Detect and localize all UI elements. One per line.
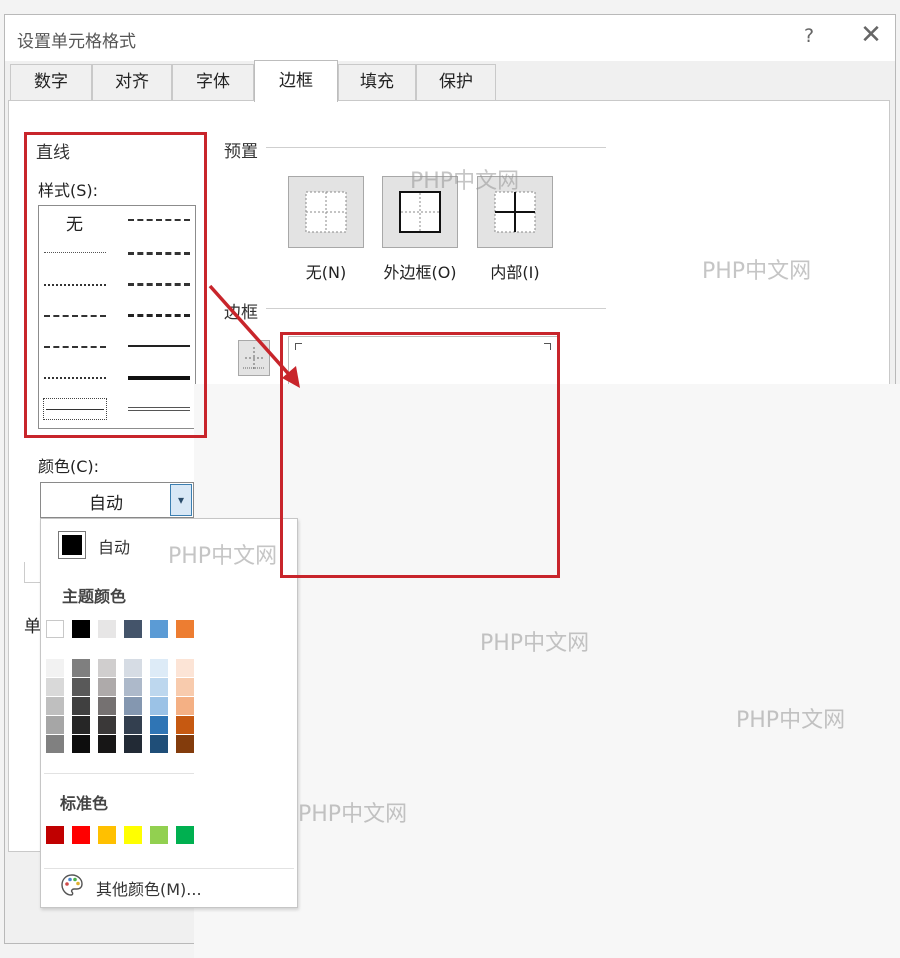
tab-label: 边框 [279,71,313,91]
theme-shade-swatch[interactable] [176,716,194,734]
theme-shade-swatch[interactable] [46,697,64,715]
theme-shade-swatch[interactable] [98,678,116,696]
theme-shade-swatch[interactable] [150,659,168,677]
preset-none-button[interactable] [288,176,364,248]
theme-shade-swatch[interactable] [98,659,116,677]
group-frame-edge [24,562,41,583]
annotation-box-preview [280,332,560,578]
theme-shade-swatch[interactable] [46,678,64,696]
preset-none-label: 无(N) [305,263,347,282]
theme-color-swatch[interactable] [150,620,168,638]
tab-border[interactable]: 边框 [254,60,338,102]
theme-color-swatch[interactable] [72,620,90,638]
tab-label: 保护 [439,72,473,92]
partial-label: 单 [24,617,41,637]
theme-shade-swatch[interactable] [150,735,168,753]
standard-colors-title: 标准色 [60,794,109,813]
standard-color-swatch[interactable] [124,826,142,844]
theme-color-swatch[interactable] [176,620,194,638]
tab-label: 填充 [360,72,394,92]
watermark-text: PHP中文网 [736,708,846,733]
preset-none-icon [305,191,347,233]
theme-shade-swatch[interactable] [124,678,142,696]
presets-section-title: 预置 [224,142,258,162]
help-button[interactable]: ? [799,25,819,47]
auto-color-label[interactable]: 自动 [98,534,130,558]
theme-shade-swatch[interactable] [98,716,116,734]
theme-shade-swatch[interactable] [124,697,142,715]
standard-color-swatch[interactable] [72,826,90,844]
tab-label: 字体 [196,72,230,92]
theme-shade-swatch[interactable] [176,678,194,696]
theme-shade-swatch[interactable] [176,659,194,677]
theme-shade-swatch[interactable] [150,678,168,696]
tab-alignment[interactable]: 对齐 [92,64,172,100]
tab-number[interactable]: 数字 [10,64,92,100]
theme-color-swatch[interactable] [124,620,142,638]
theme-shade-swatch[interactable] [98,697,116,715]
watermark-text: PHP中文网 [480,631,590,656]
border-divider [266,308,606,309]
preset-inside-icon [494,191,536,233]
standard-color-swatch[interactable] [98,826,116,844]
standard-color-swatch[interactable] [46,826,64,844]
chevron-down-icon[interactable]: ▾ [170,484,192,516]
theme-shade-swatch[interactable] [72,697,90,715]
color-selected-value: 自动 [89,494,123,514]
tab-font[interactable]: 字体 [172,64,254,100]
theme-shade-swatch[interactable] [72,735,90,753]
theme-shade-swatch[interactable] [72,716,90,734]
watermark-text: PHP中文网 [298,802,408,827]
preset-inside-label: 内部(I) [490,263,540,282]
title-bar: 设置单元格格式 ? ✕ [5,15,895,61]
more-colors-option[interactable]: 其他颜色(M)... [96,876,202,900]
dropdown-divider [44,773,194,774]
theme-color-swatch[interactable] [98,620,116,638]
preset-outline-label: 外边框(O) [383,263,457,282]
tab-label: 对齐 [115,72,149,92]
tab-protection[interactable]: 保护 [416,64,496,100]
dropdown-divider [44,868,294,869]
color-label: 颜色(C): [38,457,100,476]
tab-label: 数字 [34,72,68,92]
standard-color-swatch[interactable] [150,826,168,844]
watermark-text: PHP中文网 [702,259,812,284]
theme-shade-swatch[interactable] [72,678,90,696]
theme-shade-swatch[interactable] [124,735,142,753]
annotation-box-line-style [24,132,207,438]
preset-outline-icon [399,191,441,233]
theme-shade-swatch[interactable] [72,659,90,677]
palette-icon [61,874,83,896]
theme-shade-swatch[interactable] [46,716,64,734]
theme-shade-swatch[interactable] [124,716,142,734]
theme-shade-swatch[interactable] [46,735,64,753]
theme-colors-title: 主题颜色 [62,587,127,606]
theme-color-swatch[interactable] [46,620,64,638]
presets-divider [266,147,606,148]
theme-shade-swatch[interactable] [46,659,64,677]
tab-fill[interactable]: 填充 [338,64,416,100]
theme-shade-swatch[interactable] [150,697,168,715]
standard-color-swatch[interactable] [176,826,194,844]
theme-shade-swatch[interactable] [176,735,194,753]
watermark-text: PHP中文网 [410,169,520,194]
theme-shade-swatch[interactable] [124,659,142,677]
dialog-title: 设置单元格格式 [17,32,136,52]
theme-shade-swatch[interactable] [98,735,116,753]
auto-color-swatch[interactable] [58,531,86,559]
theme-shade-swatch[interactable] [176,697,194,715]
watermark-text: PHP中文网 [168,544,278,569]
theme-shade-swatch[interactable] [150,716,168,734]
annotation-arrow-icon [208,284,300,388]
close-button[interactable]: ✕ [857,21,885,49]
